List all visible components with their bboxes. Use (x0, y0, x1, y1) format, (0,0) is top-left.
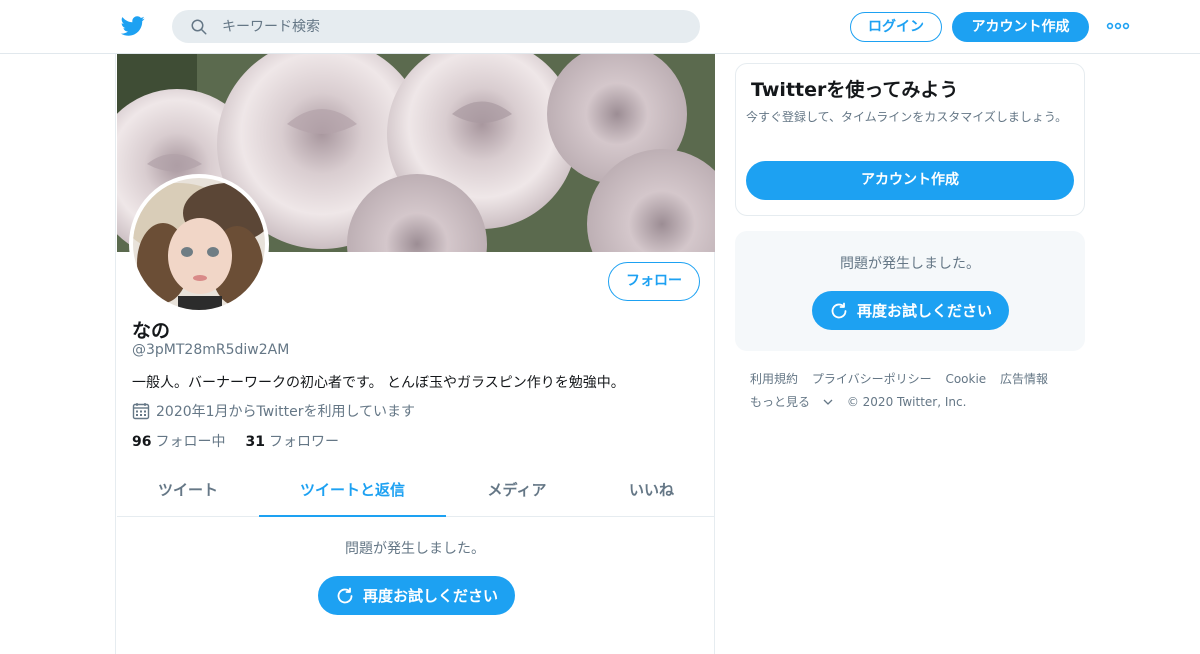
join-date-text: 2020年1月からTwitterを利用しています (156, 404, 416, 420)
sidebar-error-message: 問題が発生しました。 (840, 256, 980, 272)
signup-card-description: 今すぐ登録して、タイムラインをカスタマイズしましょう。 (746, 110, 1068, 124)
following-count: 96 (132, 434, 152, 450)
refresh-icon (337, 587, 353, 603)
profile-tabs: ツイート ツイートと返信 メディア いいね (117, 464, 715, 517)
search-input[interactable] (222, 10, 682, 43)
follow-button[interactable]: フォロー (608, 262, 700, 301)
profile-bio: 一般人。バーナーワークの初心者です。 とんぼ玉やガラスピン作りを勉強中。 (132, 375, 625, 391)
timeline-error-message: 問題が発生しました。 (345, 541, 485, 557)
sidebar-retry-button[interactable]: 再度お試しください (812, 291, 1009, 330)
footer-more-label: もっと見る (750, 395, 811, 409)
search-icon (191, 19, 207, 35)
tab-tweets-and-replies[interactable]: ツイートと返信 (259, 464, 446, 517)
following-stat[interactable]: 96 フォロー中 (132, 431, 225, 451)
tab-tweets[interactable]: ツイート (117, 464, 259, 517)
signup-card-button[interactable]: アカウント作成 (746, 161, 1074, 200)
signup-card-title: Twitterを使ってみよう (751, 79, 959, 101)
login-button[interactable]: ログイン (850, 12, 942, 42)
signup-button[interactable]: アカウント作成 (952, 12, 1089, 42)
profile-stats: 96 フォロー中 31 フォロワー (132, 431, 339, 451)
sidebar-retry-label: 再度お試しください (856, 302, 992, 320)
following-label: フォロー中 (155, 434, 226, 450)
footer-copyright: © 2020 Twitter, Inc. (846, 395, 967, 409)
followers-stat[interactable]: 31 フォロワー (245, 431, 338, 451)
footer-link-privacy[interactable]: プライバシーポリシー (812, 372, 932, 386)
tab-media[interactable]: メディア (446, 464, 588, 517)
footer-links: 利用規約 プライバシーポリシー Cookie 広告情報 もっと見る © 2020… (750, 368, 1080, 414)
profile-display-name: なの (132, 320, 171, 342)
top-navigation-bar: ログイン アカウント作成 (0, 0, 1200, 54)
signup-card: Twitterを使ってみよう 今すぐ登録して、タイムラインをカスタマイズしましょ… (735, 63, 1085, 216)
footer-link-ads[interactable]: 広告情報 (1000, 372, 1048, 386)
refresh-icon (831, 302, 847, 318)
footer-link-cookie[interactable]: Cookie (945, 372, 986, 386)
search-box[interactable] (172, 10, 700, 43)
profile-avatar[interactable] (129, 174, 269, 314)
more-options-icon[interactable] (1106, 17, 1130, 35)
twitter-bird-logo-icon[interactable] (120, 14, 146, 38)
profile-column: フォロー なの @3pMT28mR5diw2AM 一般人。バーナーワークの初心者… (115, 54, 715, 654)
calendar-icon (132, 403, 150, 420)
profile-join-date: 2020年1月からTwitterを利用しています (132, 401, 415, 421)
profile-handle[interactable]: @3pMT28mR5diw2AM (132, 342, 289, 358)
timeline-retry-label: 再度お試しください (362, 587, 498, 605)
sidebar-error-card: 問題が発生しました。 再度お試しください (735, 231, 1085, 351)
chevron-down-icon (823, 399, 833, 405)
tab-likes[interactable]: いいね (588, 464, 715, 517)
footer-link-terms[interactable]: 利用規約 (750, 372, 798, 386)
followers-count: 31 (245, 434, 265, 450)
followers-label: フォロワー (268, 434, 339, 450)
timeline-retry-button[interactable]: 再度お試しください (318, 576, 515, 615)
footer-more-link[interactable]: もっと見る (750, 395, 833, 409)
